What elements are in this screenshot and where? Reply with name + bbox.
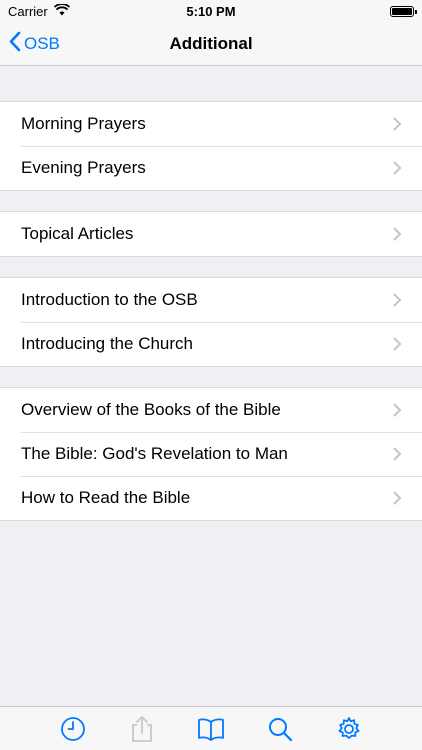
status-time: 5:10 PM	[186, 3, 236, 19]
navigation-bar: OSB Additional	[0, 22, 422, 66]
battery-icon	[390, 5, 417, 17]
tab-settings[interactable]	[335, 715, 363, 743]
chevron-left-icon	[8, 31, 21, 57]
back-button-label: OSB	[24, 34, 60, 53]
page-title: Additional	[169, 33, 253, 53]
chevron-right-icon	[393, 403, 401, 417]
list-item-label: Overview of the Books of the Bible	[21, 400, 281, 419]
book-icon	[198, 718, 224, 741]
tab-bar	[0, 706, 422, 750]
list-item[interactable]: Introduction to the OSB	[0, 278, 422, 322]
chevron-right-icon	[393, 447, 401, 461]
chevron-right-icon	[393, 293, 401, 307]
tab-library[interactable]	[197, 715, 225, 743]
search-icon	[269, 717, 293, 741]
status-bar: Carrier 5:10 PM	[0, 0, 422, 22]
list-item[interactable]: Introducing the Church	[0, 322, 422, 366]
chevron-right-icon	[393, 491, 401, 505]
list-item-label: Evening Prayers	[21, 158, 146, 177]
list-item-label: Topical Articles	[21, 224, 134, 243]
share-icon	[131, 715, 152, 742]
clock-icon	[60, 716, 85, 741]
list-item-label: The Bible: God's Revelation to Man	[21, 444, 288, 463]
list-item-label: Morning Prayers	[21, 114, 146, 133]
section-prayers: Morning Prayers Evening Prayers	[0, 101, 422, 191]
tab-search[interactable]	[266, 715, 294, 743]
chevron-right-icon	[393, 117, 401, 131]
section-articles: Topical Articles	[0, 211, 422, 257]
back-button[interactable]: OSB	[8, 22, 60, 66]
gear-icon	[338, 716, 360, 739]
list-item[interactable]: Evening Prayers	[0, 146, 422, 190]
list-item[interactable]: The Bible: God's Revelation to Man	[0, 432, 422, 476]
list-item[interactable]: How to Read the Bible	[0, 476, 422, 520]
section-introductions: Introduction to the OSB Introducing the …	[0, 277, 422, 367]
list-item-label: Introduction to the OSB	[21, 290, 198, 309]
chevron-right-icon	[393, 161, 401, 175]
list-item-label: Introducing the Church	[21, 334, 193, 353]
section-bible: Overview of the Books of the Bible The B…	[0, 387, 422, 521]
list-item[interactable]: Morning Prayers	[0, 102, 422, 146]
tab-share[interactable]	[128, 715, 156, 743]
list-item[interactable]: Overview of the Books of the Bible	[0, 388, 422, 432]
chevron-right-icon	[393, 337, 401, 351]
table-view: Morning Prayers Evening Prayers Topical …	[0, 66, 422, 706]
tab-history[interactable]	[59, 715, 87, 743]
list-item[interactable]: Topical Articles	[0, 212, 422, 256]
chevron-right-icon	[393, 227, 401, 241]
list-item-label: How to Read the Bible	[21, 488, 191, 507]
